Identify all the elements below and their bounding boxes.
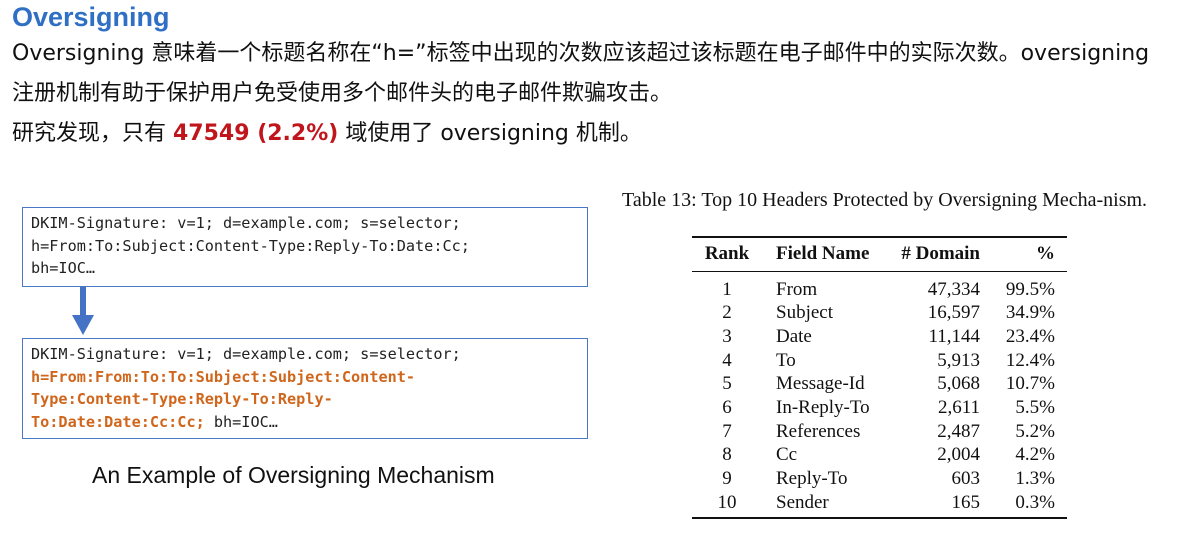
- table-row: 7 References 2,487 5.2%: [692, 420, 1067, 444]
- table-header-row: Rank Field Name # Domain %: [692, 236, 1067, 272]
- cell-field-name: Sender: [762, 490, 877, 519]
- dkim-example-oversigned: DKIM-Signature: v=1; d=example.com; s=se…: [22, 338, 588, 439]
- cell-field-name: From: [776, 278, 818, 300]
- cell-percent: 10.7%: [1005, 373, 1055, 395]
- cell-percent: 4.2%: [1015, 444, 1055, 466]
- cell-domain-count: 5,068: [937, 373, 980, 395]
- cell-field-name: To: [776, 349, 796, 371]
- cell-percent: 0.3%: [982, 490, 1067, 519]
- cell-percent: 1.3%: [1015, 468, 1055, 490]
- finding-highlight: 47549 (2.2%): [173, 121, 339, 146]
- table-row: 10 Sender 165 0.3%: [692, 490, 1067, 519]
- example-caption: An Example of Oversigning Mechanism: [92, 462, 495, 488]
- cell-rank: 3: [722, 325, 732, 347]
- column-header-percent: %: [982, 236, 1067, 272]
- cell-domain-count: 2,611: [937, 397, 980, 419]
- table-caption: Table 13: Top 10 Headers Protected by Ov…: [622, 189, 1148, 211]
- cell-domain-count: 47,334: [927, 278, 980, 300]
- code-fragment: bh=IOC…: [204, 412, 278, 431]
- table-row: 9 Reply-To 603 1.3%: [692, 467, 1067, 491]
- table-row: 5 Message-Id 5,068 10.7%: [692, 372, 1067, 396]
- cell-percent: 5.2%: [1015, 420, 1055, 442]
- cell-domain-count: 11,144: [928, 325, 980, 347]
- cell-percent: 99.5%: [1005, 278, 1055, 300]
- code-line: DKIM-Signature: v=1; d=example.com; s=se…: [31, 214, 461, 232]
- cell-rank: 5: [722, 373, 732, 395]
- code-line-oversigned: Type:Content-Type:Reply-To:Reply-: [31, 390, 333, 408]
- column-header-field: Field Name: [762, 236, 877, 272]
- column-header-domain: # Domain: [877, 236, 982, 272]
- slide-title: Oversigning: [12, 2, 170, 32]
- cell-rank: 1: [722, 278, 732, 300]
- cell-field-name: Cc: [776, 444, 798, 466]
- table-row: 3 Date 11,144 23.4%: [692, 325, 1067, 349]
- cell-percent: 23.4%: [1005, 325, 1055, 347]
- down-arrow-icon: [80, 287, 86, 317]
- cell-domain-count: 165: [877, 490, 982, 519]
- table-row: 4 To 5,913 12.4%: [692, 349, 1067, 373]
- code-line: DKIM-Signature: v=1; d=example.com; s=se…: [31, 345, 461, 363]
- cell-rank: 10: [692, 490, 762, 519]
- code-line-oversigned: h=From:From:To:To:Subject:Subject:Conten…: [31, 367, 416, 386]
- cell-field-name: Date: [776, 325, 812, 347]
- finding-paragraph: 研究发现，只有 47549 (2.2%) 域使用了 oversigning 机制…: [12, 114, 1172, 154]
- cell-rank: 4: [722, 349, 732, 371]
- definition-paragraph: Oversigning 意味着一个标题名称在“h=”标签中出现的次数应该超过该标…: [12, 41, 1150, 106]
- table-row: 1 From 47,334 99.5%: [692, 271, 1067, 301]
- cell-field-name: In-Reply-To: [776, 397, 870, 419]
- cell-domain-count: 2,487: [937, 420, 980, 442]
- cell-rank: 2: [722, 302, 732, 324]
- cell-rank: 9: [722, 468, 732, 490]
- code-line: To:Date:Date:Cc:Cc; bh=IOC…: [31, 411, 579, 434]
- cell-percent: 5.5%: [1015, 397, 1055, 419]
- cell-domain-count: 5,913: [937, 349, 980, 371]
- cell-percent: 34.9%: [1005, 302, 1055, 324]
- code-oversigned-fragment: To:Date:Date:Cc:Cc;: [31, 412, 205, 431]
- headers-table: Rank Field Name # Domain % 1 From 47,334 99…: [692, 236, 1067, 519]
- column-header-rank: Rank: [692, 236, 762, 272]
- cell-domain-count: 603: [951, 468, 981, 490]
- cell-field-name: Reply-To: [776, 468, 848, 490]
- arrow-head-icon: [72, 315, 94, 335]
- finding-text-before: 研究发现，只有: [12, 121, 173, 146]
- table-row: 2 Subject 16,597 34.9%: [692, 301, 1067, 325]
- cell-field-name: Subject: [776, 302, 833, 324]
- code-line: bh=IOC…: [31, 259, 96, 277]
- cell-domain-count: 2,004: [937, 444, 980, 466]
- table-row: 6 In-Reply-To 2,611 5.5%: [692, 396, 1067, 420]
- table-row: 8 Cc 2,004 4.2%: [692, 443, 1067, 467]
- cell-field-name: References: [776, 420, 861, 442]
- cell-rank: 7: [722, 420, 732, 442]
- cell-rank: 8: [722, 444, 732, 466]
- cell-domain-count: 16,597: [927, 302, 980, 324]
- code-line: h=From:To:Subject:Content-Type:Reply-To:…: [31, 236, 470, 255]
- cell-percent: 12.4%: [1005, 349, 1055, 371]
- cell-field-name: Message-Id: [776, 373, 865, 395]
- cell-rank: 6: [722, 397, 732, 419]
- finding-text-after: 域使用了 oversigning 机制。: [338, 121, 642, 146]
- dkim-example-original: DKIM-Signature: v=1; d=example.com; s=se…: [22, 207, 588, 287]
